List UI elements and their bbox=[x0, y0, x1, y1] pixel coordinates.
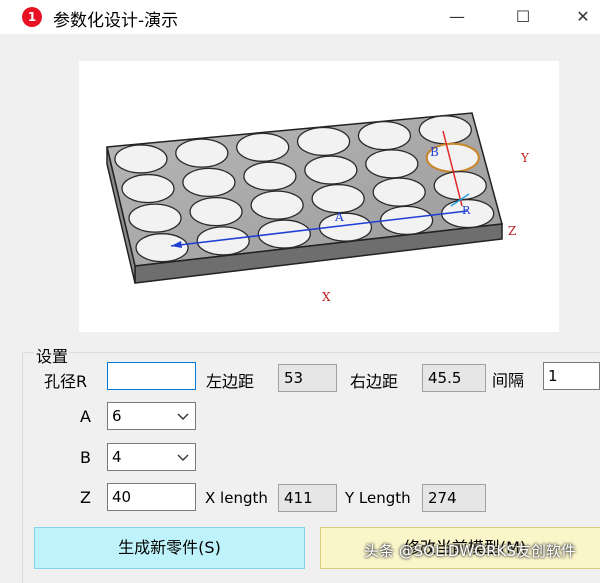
watermark: 头条 @SOLIDWORKS友创软件 bbox=[364, 542, 576, 560]
z-input[interactable]: 40 bbox=[107, 483, 196, 511]
a-select-value: 6 bbox=[112, 407, 122, 425]
hole bbox=[365, 149, 419, 179]
hole bbox=[182, 167, 236, 198]
right-margin-value: 45.5 bbox=[422, 364, 486, 392]
hole bbox=[121, 173, 175, 204]
close-button[interactable]: ✕ bbox=[560, 0, 600, 34]
hole bbox=[433, 170, 487, 201]
hole bbox=[296, 126, 351, 157]
hole-radius-label: 孔径R bbox=[44, 372, 88, 391]
hole bbox=[189, 196, 243, 227]
settings-group-label: 设置 bbox=[34, 343, 71, 367]
x-length-label: X length bbox=[205, 489, 268, 507]
b-select[interactable]: 4 bbox=[107, 443, 196, 471]
label-y: Y bbox=[520, 151, 530, 165]
spacing-input[interactable]: 1 bbox=[543, 362, 600, 390]
model-preview: A B R Y Z X bbox=[79, 61, 559, 332]
title-bar: 1 参数化设计-演示 — ☐ ✕ bbox=[0, 0, 600, 34]
left-margin-label: 左边距 bbox=[206, 372, 255, 391]
label-r: R bbox=[462, 204, 471, 217]
hole bbox=[250, 190, 304, 220]
b-select-value: 4 bbox=[112, 448, 122, 466]
background-window-edge bbox=[0, 34, 10, 575]
y-length-label: Y Length bbox=[345, 489, 411, 507]
a-select[interactable]: 6 bbox=[107, 402, 196, 430]
hole bbox=[243, 161, 297, 191]
hole bbox=[236, 132, 290, 162]
spacing-label: 间隔 bbox=[492, 371, 525, 390]
right-margin-label: 右边距 bbox=[350, 372, 399, 391]
label-x: X bbox=[322, 290, 331, 304]
hole bbox=[114, 144, 168, 174]
hole bbox=[372, 177, 426, 207]
hole bbox=[304, 155, 358, 185]
hole bbox=[175, 138, 229, 168]
hole bbox=[135, 233, 189, 263]
left-margin-value: 53 bbox=[278, 364, 337, 392]
hole bbox=[311, 183, 365, 214]
z-label: Z bbox=[80, 488, 91, 507]
hole bbox=[357, 120, 412, 151]
maximize-button[interactable]: ☐ bbox=[500, 0, 546, 34]
minimize-button[interactable]: — bbox=[434, 0, 480, 34]
hole bbox=[128, 203, 182, 233]
x-length-value: 411 bbox=[278, 484, 337, 512]
label-z: Z bbox=[508, 224, 516, 238]
chevron-down-icon bbox=[177, 413, 189, 420]
y-length-value: 274 bbox=[422, 484, 486, 512]
hole-radius-input[interactable] bbox=[107, 362, 196, 390]
label-b: B bbox=[430, 145, 439, 159]
chevron-down-icon bbox=[177, 454, 189, 461]
a-label: A bbox=[80, 407, 91, 426]
generate-part-button[interactable]: 生成新零件(S) bbox=[34, 527, 305, 569]
label-a: A bbox=[334, 210, 344, 224]
b-label: B bbox=[80, 448, 91, 467]
app-icon: 1 bbox=[22, 7, 42, 27]
plate-drawing: A B R Y Z X bbox=[106, 112, 530, 304]
window-title: 参数化设计-演示 bbox=[53, 11, 179, 31]
hole bbox=[196, 226, 250, 256]
